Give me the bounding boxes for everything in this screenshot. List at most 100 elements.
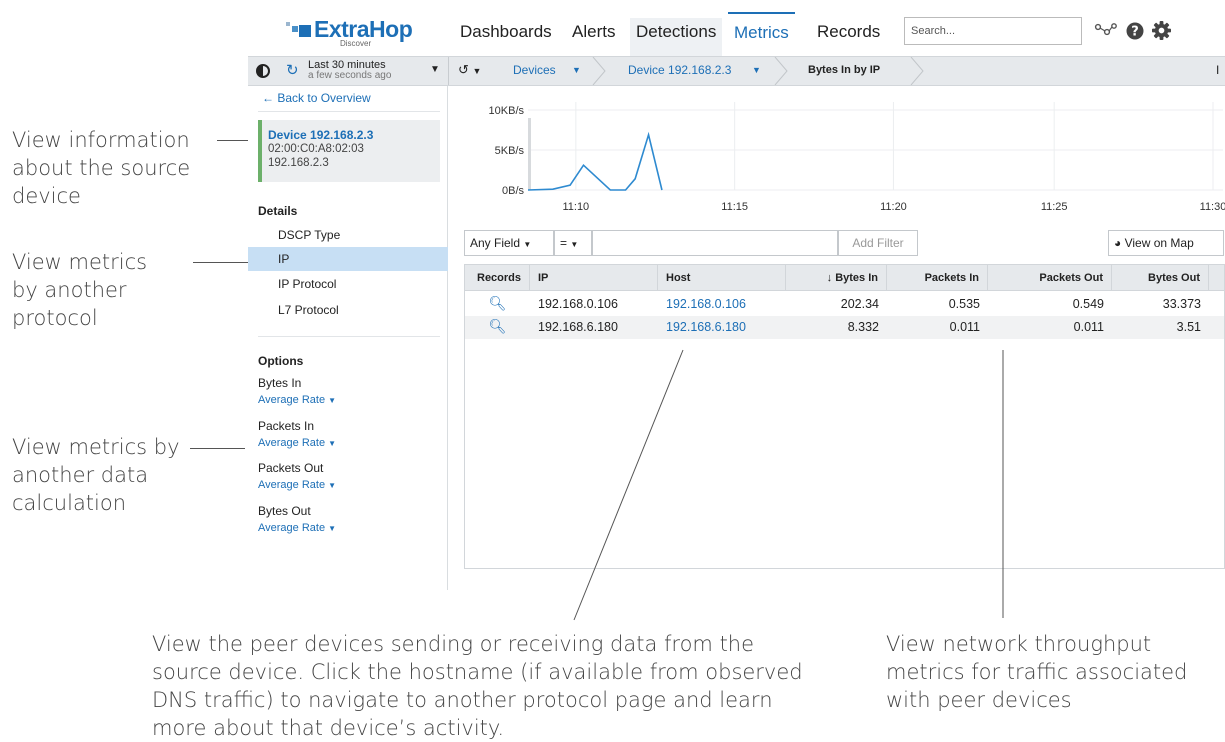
cell-bytes-out: 33.373 bbox=[1162, 297, 1201, 311]
option-bytes-out-select[interactable]: Average Rate ▼ bbox=[258, 522, 336, 534]
cell-ip: 192.168.0.106 bbox=[538, 297, 618, 311]
time-updated-label: a few seconds ago bbox=[308, 70, 392, 81]
column-packets-out[interactable]: Packets Out bbox=[988, 265, 1112, 291]
annotation-leader-line bbox=[193, 262, 253, 263]
breadcrumb-separator bbox=[592, 57, 606, 85]
annotation-peer-devices: View the peer devices sending or receivi… bbox=[152, 632, 803, 740]
chevron-down-icon: ▼ bbox=[328, 396, 337, 405]
extrahop-logo[interactable]: ExtraHop Discover bbox=[286, 16, 416, 50]
history-icon[interactable]: ↺ ▼ bbox=[458, 62, 481, 78]
nav-tab-dashboards[interactable]: Dashboards bbox=[454, 18, 558, 56]
nav-tab-records[interactable]: Records bbox=[811, 18, 886, 56]
sidebar-item-l7-protocol[interactable]: L7 Protocol bbox=[248, 298, 448, 322]
filter-field-select[interactable]: Any Field ▼ bbox=[464, 230, 554, 256]
table-row: 🔍︎ 192.168.0.106 192.168.0.106 202.34 0.… bbox=[465, 293, 1224, 316]
cell-bytes-in: 202.34 bbox=[840, 297, 879, 311]
column-bytes-in[interactable]: ↓ Bytes In bbox=[786, 265, 887, 291]
column-bytes-out[interactable]: Bytes Out bbox=[1112, 265, 1209, 291]
y-tick-label: 10KB/s bbox=[489, 105, 525, 117]
y-tick-label: 5KB/s bbox=[495, 145, 525, 157]
cell-bytes-out: 3.51 bbox=[1176, 320, 1201, 334]
sidebar-item-ip-protocol[interactable]: IP Protocol bbox=[248, 272, 448, 296]
option-packets-in-label: Packets In bbox=[258, 419, 315, 433]
cell-host-link[interactable]: 192.168.0.106 bbox=[666, 293, 746, 316]
logo-mark-icon bbox=[286, 22, 311, 37]
help-icon[interactable]: ? bbox=[1126, 22, 1144, 40]
option-bytes-out-label: Bytes Out bbox=[258, 504, 311, 518]
back-to-overview-link[interactable]: ← Back to Overview bbox=[262, 91, 371, 105]
annotation-source-device: View information about the source device bbox=[12, 128, 191, 208]
nav-tab-alerts[interactable]: Alerts bbox=[566, 18, 621, 56]
filter-value-input[interactable] bbox=[592, 230, 838, 256]
column-ip[interactable]: IP bbox=[530, 265, 658, 291]
refresh-icon[interactable]: ↻ bbox=[286, 61, 299, 79]
toolbar: ↻ Last 30 minutes a few seconds ago ▼ ↺ … bbox=[248, 56, 1225, 86]
cell-host-link[interactable]: 192.168.6.180 bbox=[666, 316, 746, 339]
search-icon[interactable]: 🔍︎ bbox=[465, 293, 530, 316]
breadcrumb-current: Bytes In by IP bbox=[808, 64, 881, 76]
sidebar: ← Back to Overview Device 192.168.2.3 02… bbox=[248, 86, 448, 590]
option-bytes-in-select[interactable]: Average Rate ▼ bbox=[258, 394, 336, 406]
column-packets-in[interactable]: Packets In bbox=[887, 265, 988, 291]
bytes-in-chart[interactable]: 10KB/s 5KB/s 0B/s 11:10 11:15 11:20 11:25 11:30 bbox=[448, 86, 1225, 224]
x-tick-label: 11:20 bbox=[880, 201, 907, 213]
annotation-other-protocol: View metrics by another protocol bbox=[12, 250, 148, 330]
add-filter-button[interactable]: Add Filter bbox=[838, 230, 918, 256]
view-on-map-label: View on Map bbox=[1124, 236, 1194, 250]
device-mac: 02:00:C0:A8:02:03 bbox=[268, 143, 364, 155]
column-host[interactable]: Host bbox=[658, 265, 786, 291]
annotation-data-calculation: View metrics by another data calculation bbox=[12, 435, 180, 515]
column-records[interactable]: Records bbox=[465, 265, 530, 291]
cell-packets-out: 0.549 bbox=[1072, 297, 1104, 311]
sidebar-item-dscp-type[interactable]: DSCP Type bbox=[248, 223, 448, 247]
gear-icon[interactable] bbox=[1152, 21, 1171, 40]
search-input[interactable]: Search... bbox=[904, 17, 1082, 45]
breadcrumb-separator bbox=[774, 57, 788, 85]
option-packets-in-select[interactable]: Average Rate ▼ bbox=[258, 437, 336, 449]
breadcrumb-device[interactable]: Device 192.168.2.3 bbox=[628, 63, 731, 77]
device-card[interactable]: Device 192.168.2.3 02:00:C0:A8:02:03 192… bbox=[258, 120, 440, 182]
filter-operator-select[interactable]: = ▼ bbox=[554, 230, 592, 256]
table-row: 🔍︎ 192.168.6.180 192.168.6.180 8.332 0.0… bbox=[465, 316, 1224, 339]
sidebar-toggle-icon[interactable] bbox=[256, 64, 272, 78]
peer-devices-table: Records IP Host ↓ Bytes In Packets In Pa… bbox=[464, 264, 1225, 569]
chevron-down-icon: ▼ bbox=[328, 439, 337, 448]
svg-text:?: ? bbox=[1131, 25, 1139, 40]
device-ip: 192.168.2.3 bbox=[268, 157, 329, 169]
chevron-down-icon[interactable]: ▼ bbox=[572, 65, 581, 75]
chevron-down-icon: ▼ bbox=[328, 481, 337, 490]
annotation-leader-line bbox=[190, 448, 245, 449]
activity-map-icon[interactable] bbox=[1094, 22, 1118, 38]
nav-tab-metrics[interactable]: Metrics bbox=[728, 12, 795, 50]
sidebar-item-ip[interactable]: IP bbox=[248, 247, 448, 271]
cell-packets-in: 0.535 bbox=[948, 297, 980, 311]
chevron-down-icon[interactable]: ▼ bbox=[752, 65, 761, 75]
chevron-down-icon[interactable]: ▼ bbox=[430, 64, 440, 75]
toolbar-edge-marker: I bbox=[1216, 63, 1220, 77]
time-selector[interactable]: ↻ Last 30 minutes a few seconds ago ▼ bbox=[248, 57, 448, 85]
view-on-map-button[interactable]: ◕ View on Map bbox=[1108, 230, 1224, 256]
y-axis-marker bbox=[528, 118, 531, 190]
search-icon[interactable]: 🔍︎ bbox=[465, 316, 530, 339]
filter-bar: Any Field ▼ = ▼ Add Filter ◕ View on Map bbox=[464, 230, 1225, 256]
back-label: Back to Overview bbox=[277, 91, 371, 105]
breadcrumb-devices[interactable]: Devices bbox=[513, 63, 556, 77]
x-tick-label: 11:10 bbox=[562, 201, 589, 213]
cell-bytes-in: 8.332 bbox=[847, 320, 879, 334]
option-bytes-in-label: Bytes In bbox=[258, 376, 302, 390]
y-tick-label: 0B/s bbox=[502, 185, 525, 197]
option-packets-out-select[interactable]: Average Rate ▼ bbox=[258, 479, 336, 491]
series-line bbox=[527, 131, 663, 191]
cell-ip: 192.168.6.180 bbox=[538, 320, 618, 334]
arrow-left-icon: ← bbox=[262, 91, 274, 105]
table-header: Records IP Host ↓ Bytes In Packets In Pa… bbox=[465, 265, 1224, 291]
option-packets-out-label: Packets Out bbox=[258, 461, 324, 475]
details-heading: Details bbox=[258, 204, 298, 218]
chevron-down-icon: ▼ bbox=[328, 524, 337, 533]
nav-tab-detections[interactable]: Detections bbox=[630, 18, 723, 56]
device-name[interactable]: Device 192.168.2.3 bbox=[268, 128, 434, 142]
logo-subtitle: Discover bbox=[340, 39, 372, 48]
x-tick-label: 11:25 bbox=[1041, 201, 1068, 213]
x-tick-label: 11:15 bbox=[721, 201, 748, 213]
cell-packets-in: 0.011 bbox=[949, 320, 980, 334]
